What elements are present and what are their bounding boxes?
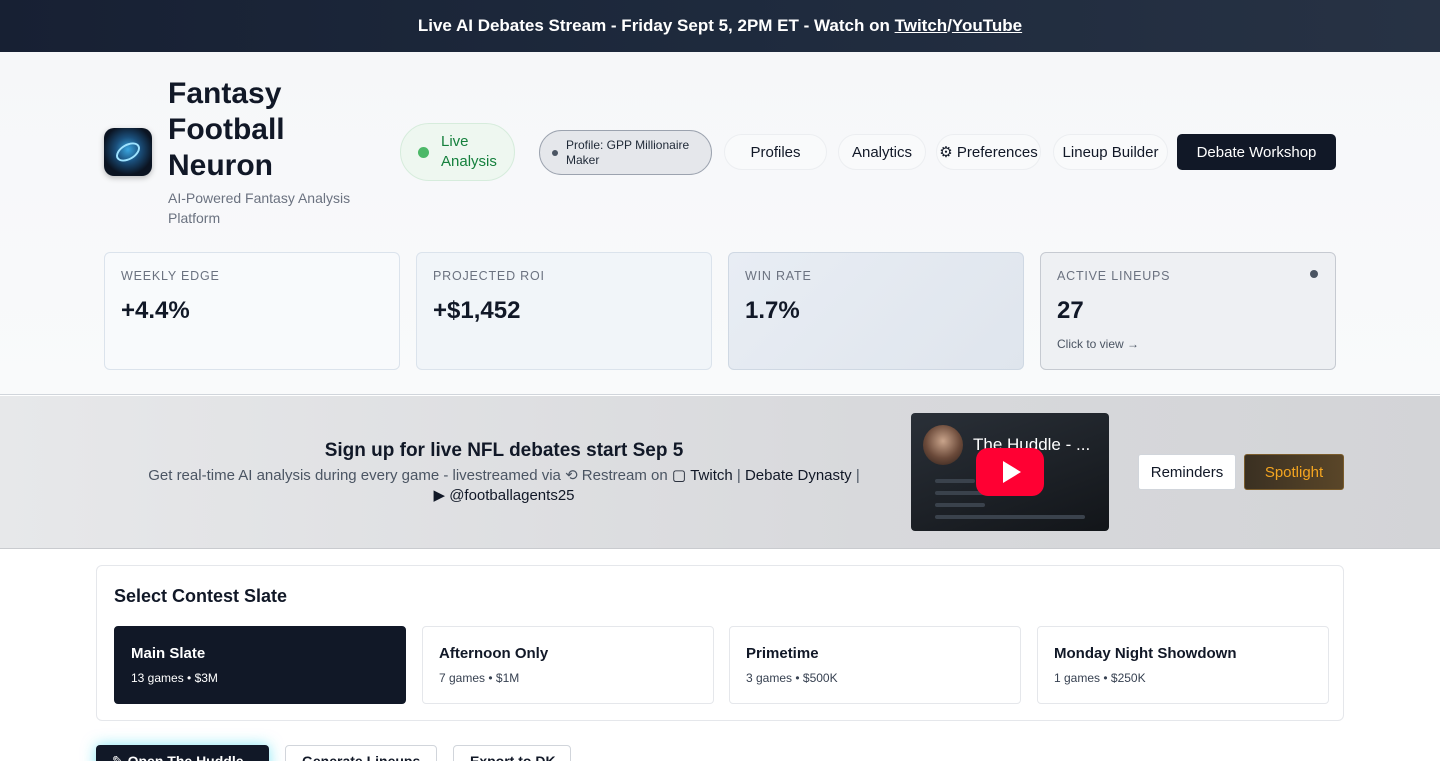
brand-title: Fantasy Football Neuron [168, 76, 285, 184]
spotlight-button[interactable]: Spotlight [1244, 454, 1344, 490]
reminders-button[interactable]: Reminders [1138, 454, 1236, 490]
brand-title-line-3: Neuron [168, 149, 273, 182]
slate-meta: 7 games • $1M [439, 671, 520, 685]
video-thumb-line [935, 479, 975, 483]
play-button-icon[interactable] [976, 448, 1044, 496]
slate-meta: 1 games • $250K [1054, 671, 1146, 685]
promo-title: Sign up for live NFL debates start Sep 5 [324, 440, 684, 461]
live-analysis-badge: Live Analysis [400, 123, 515, 181]
youtube-icon: ▶ [433, 487, 446, 504]
contest-slate-title: Select Contest Slate [114, 586, 288, 606]
slate-name: Afternoon Only [439, 645, 549, 662]
open-huddle-button[interactable]: ✎ Open The Huddle [96, 745, 269, 761]
slate-primetime[interactable]: Primetime 3 games • $500K [729, 626, 1021, 704]
stat-sublabel: Click to view → [1057, 337, 1140, 351]
brand-subtitle: AI-Powered Fantasy Analysis Platform [168, 190, 351, 226]
announcement-banner: Live AI Debates Stream - Friday Sept 5, … [0, 0, 1440, 52]
stat-label: ACTIVE LINEUPS [1057, 269, 1171, 283]
profiles-button[interactable]: Profiles [724, 134, 827, 170]
live-dot-icon [418, 147, 429, 158]
stat-value: +$1,452 [433, 297, 521, 324]
promo-text: Get real-time AI analysis during every g… [148, 467, 860, 504]
debate-workshop-button[interactable]: Debate Workshop [1177, 134, 1336, 170]
generate-lineups-button[interactable]: Generate Lineups [285, 745, 437, 761]
football-logo-icon [104, 128, 152, 176]
preferences-button[interactable]: ⚙ Preferences [936, 134, 1041, 170]
restream-label: ⟲ Restream on [565, 467, 672, 484]
video-thumb-line [935, 503, 985, 507]
stat-weekly-edge: WEEKLY EDGE +4.4% [104, 252, 400, 370]
live-analysis-label: Live Analysis [441, 133, 497, 170]
slate-meta: 3 games • $500K [746, 671, 838, 685]
youtube-link[interactable]: YouTube [952, 16, 1022, 36]
stat-value: 27 [1057, 297, 1084, 324]
contest-slate-card: Select Contest Slate Main Slate 13 games… [96, 565, 1344, 721]
video-embed[interactable]: The Huddle - ... [911, 413, 1109, 531]
slate-name: Main Slate [131, 645, 206, 662]
indicator-dot-icon [1310, 270, 1318, 278]
brand-title-line-1: Fantasy [168, 77, 282, 110]
promo-band: Sign up for live NFL debates start Sep 5… [0, 396, 1440, 549]
video-thumb-line [935, 515, 1085, 519]
youtube-channel-link[interactable]: @footballagents25 [449, 487, 574, 504]
brand-title-line-2: Football [168, 113, 285, 146]
export-dk-button[interactable]: Export to DK [453, 745, 571, 761]
stat-label: WEEKLY EDGE [121, 269, 220, 283]
header: Fantasy Football Neuron AI-Powered Fanta… [0, 52, 1440, 395]
twitch-icon: ▢ [671, 467, 687, 484]
stat-win-rate: WIN RATE 1.7% [728, 252, 1024, 370]
slate-meta: 13 games • $3M [131, 671, 218, 685]
stat-label: PROJECTED ROI [433, 269, 545, 283]
slate-name: Monday Night Showdown [1054, 645, 1237, 662]
promo-text-prefix: Get real-time AI analysis during every g… [148, 467, 566, 484]
banner-text: Live AI Debates Stream - Friday Sept 5, … [417, 16, 890, 35]
lineup-builder-button[interactable]: Lineup Builder [1053, 134, 1168, 170]
twitch-channel-link[interactable]: Twitch [690, 467, 733, 484]
slate-afternoon[interactable]: Afternoon Only 7 games • $1M [422, 626, 714, 704]
profile-badge[interactable]: Profile: GPP Millionaire Maker [539, 130, 712, 175]
profile-dot-icon [552, 150, 558, 156]
slate-main[interactable]: Main Slate 13 games • $3M [114, 626, 406, 704]
analytics-button[interactable]: Analytics [838, 134, 926, 170]
slate-monday-night[interactable]: Monday Night Showdown 1 games • $250K [1037, 626, 1329, 704]
stat-active-lineups[interactable]: ACTIVE LINEUPS 27 Click to view → [1040, 252, 1336, 370]
slate-name: Primetime [746, 645, 819, 662]
stat-projected-roi: PROJECTED ROI +$1,452 [416, 252, 712, 370]
profile-label: Profile: GPP Millionaire Maker [566, 137, 690, 167]
stat-label: WIN RATE [745, 269, 812, 283]
debate-dynasty-link[interactable]: Debate Dynasty [745, 467, 852, 484]
stat-value: 1.7% [745, 297, 800, 324]
twitch-link[interactable]: Twitch [895, 16, 948, 36]
channel-avatar [923, 425, 963, 465]
stat-value: +4.4% [121, 297, 190, 324]
